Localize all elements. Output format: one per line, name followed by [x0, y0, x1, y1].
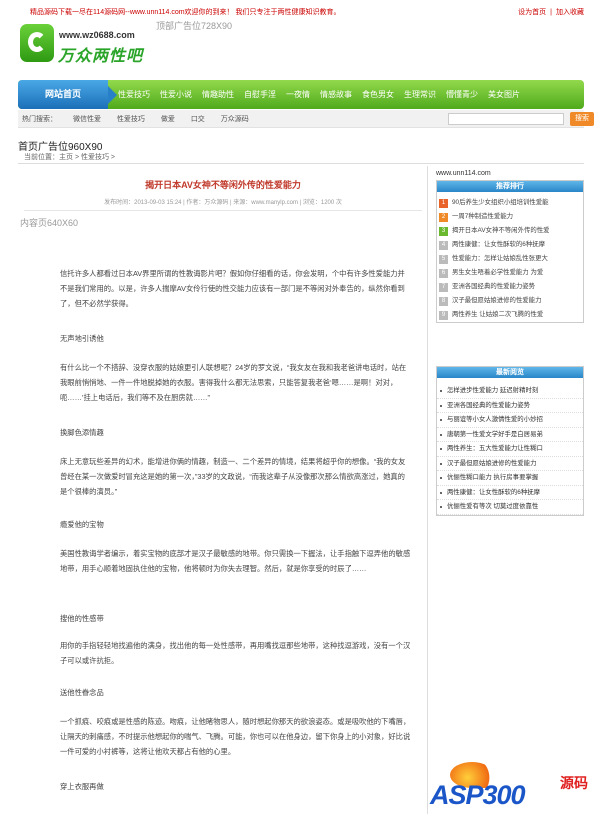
recommend-item[interactable]: 两性养生：五大性爱能力让性糊口	[437, 442, 583, 457]
recommend-item[interactable]: 伉俪性爱有等次 切莫过度依靠性	[437, 500, 583, 515]
rank-item-text: 男生女生唔着必学性爱能力 为爱	[452, 269, 544, 276]
hot-keyword[interactable]: 口交	[191, 116, 205, 123]
banner-ad-placeholder: 首页广告位960X90	[18, 142, 103, 153]
nav-item[interactable]: 情感故事	[320, 89, 352, 100]
rank-item-text: 汉子最但愿姑娘进修的性爱能力	[452, 297, 542, 304]
rank-item[interactable]: 1 90后养生少女组织小组培训性爱能	[437, 196, 583, 210]
nav-item[interactable]: 性爱小说	[160, 89, 192, 100]
add-favorite-link[interactable]: 加入收藏	[556, 9, 584, 16]
hot-keyword[interactable]: 做爱	[161, 116, 175, 123]
article-subheading: 搜他的性感带	[60, 614, 104, 623]
content-ad-placeholder: 内容页640X60	[20, 218, 79, 228]
rank-item[interactable]: 5 性爱能力：怎样让姑娘乱性张更大	[437, 252, 583, 266]
search-input[interactable]	[448, 113, 564, 125]
recommend-item[interactable]: 两性康健：让女性酥软的6种抚摩	[437, 486, 583, 500]
rank-item[interactable]: 2 一周7种制造性爱能力	[437, 210, 583, 224]
recommend-item[interactable]: 唐朝第一性爱文学好手是白居易弟	[437, 428, 583, 442]
breadcrumb[interactable]: 当前位置：主页 > 性爱技巧 >	[24, 152, 115, 162]
article-paragraph: 美国性教诲学者编示，着实宝物的底部才是汉子最敏感的地带。你只需换一下握法，让手指…	[60, 549, 411, 573]
article-paragraph: 有什么比一个不措辞、没穿衣服的姑娘更引人联想呢？24岁的罗文说，“我女友在我和我…	[60, 363, 407, 402]
nav-item[interactable]: 自慰手淫	[244, 89, 276, 100]
hot-search-bar: 热门搜索： 微信性爱 性爱技巧 做爱 口交 万众源码 搜索	[18, 110, 594, 128]
recommend-item[interactable]: 伉俪性糊口能力 执行房事要掌握	[437, 471, 583, 486]
rank-item-text: 性爱能力：怎样让姑娘乱性张更大	[452, 255, 548, 262]
divider	[24, 210, 422, 211]
watermark-text: ASP300	[430, 780, 526, 810]
nav-item[interactable]: 懵懂青少	[446, 89, 478, 100]
article-subheading: 无声地引诱他	[60, 334, 104, 343]
divider	[18, 163, 584, 164]
rank-number: 9	[439, 311, 448, 320]
main-nav: 网站首页 性爱技巧 性爱小说 情趣助性 自慰手淫 一夜情 情感故事 食色男女 生…	[18, 80, 584, 109]
rank-number: 2	[439, 213, 448, 222]
search-button[interactable]: 搜索	[570, 112, 594, 126]
recommend-item[interactable]: 怎样进步性爱能力 延迟射精时刻	[437, 384, 583, 399]
page: 精品源码下载一尽在114源码网--www.unn114.com欢迎你的到来！ 我…	[0, 0, 600, 814]
rank-item[interactable]: 9 两性养生 让姑娘二次飞腾的性爱	[437, 308, 583, 322]
rank-number: 1	[439, 199, 448, 208]
site-promo-text: 精品源码下载一尽在114源码网--www.unn114.com欢迎你的到来！ 我…	[30, 9, 341, 16]
article-paragraph: 床上无意玩些差异的幻术，能增进你俩的情趣，制造一、二个差异的情境，结果将超乎你的…	[60, 457, 406, 496]
nav-item[interactable]: 美女图片	[488, 89, 520, 100]
nav-item[interactable]: 情趣助性	[202, 89, 234, 100]
rank-number: 8	[439, 297, 448, 306]
top-links: 设为首页 | 加入收藏	[518, 9, 584, 16]
site-logo[interactable]: www.wz0688.com 万众两性吧	[20, 24, 160, 68]
rank-item[interactable]: 6 男生女生唔着必学性爱能力 为爱	[437, 266, 583, 280]
hot-keyword[interactable]: 万众源码	[221, 116, 249, 123]
set-home-link[interactable]: 设为首页	[518, 9, 546, 16]
recommend-title: 最新阅览	[437, 367, 583, 378]
rank-number: 3	[439, 227, 448, 236]
hot-keywords: 热门搜索： 微信性爱 性爱技巧 做爱 口交 万众源码	[22, 114, 263, 124]
recommend-box: 最新阅览 怎样进步性爱能力 延迟射精时刻 亚洲各国经典的性爱能力姿势 与丽谊等小…	[436, 366, 584, 516]
article-subheading: 换脚色添情趣	[60, 428, 104, 437]
rank-item-text: 亚洲各国经典的性爱能力姿势	[452, 283, 536, 290]
top-bar: 精品源码下载一尽在114源码网--www.unn114.com欢迎你的到来！ 我…	[16, 6, 584, 18]
article-area: 揭开日本AV女神不等闲外传的性爱能力 发布时间：2013-09-03 15:24…	[18, 166, 428, 814]
article-meta: 发布时间：2013-09-03 15:24 | 作者：万众源码 | 来源：www…	[104, 200, 342, 206]
rank-number: 4	[439, 241, 448, 250]
rank-number: 7	[439, 283, 448, 292]
header-ad-placeholder: 顶部广告位728X90	[156, 21, 233, 31]
hot-label: 热门搜索：	[22, 116, 57, 123]
rank-item-text: 揭开日本AV女神不等闲外传的性爱	[452, 227, 550, 234]
nav-item[interactable]: 一夜情	[286, 89, 310, 100]
rank-item[interactable]: 3 揭开日本AV女神不等闲外传的性爱	[437, 224, 583, 238]
logo-name: 万众两性吧	[58, 48, 144, 65]
rank-number: 5	[439, 255, 448, 264]
nav-home[interactable]: 网站首页	[18, 80, 117, 109]
rank-item[interactable]: 8 汉子最但愿姑娘进修的性爱能力	[437, 294, 583, 308]
recommend-item[interactable]: 亚洲各国经典的性爱能力姿势	[437, 399, 583, 413]
hot-keyword[interactable]: 微信性爱	[73, 116, 101, 123]
rank-number: 6	[439, 269, 448, 278]
asp300-watermark: ASP300 源码	[428, 760, 588, 810]
nav-item[interactable]: 食色男女	[362, 89, 394, 100]
recommend-item[interactable]: 汉子最但愿姑娘进修的性爱能力	[437, 457, 583, 471]
rank-item-text: 一周7种制造性爱能力	[452, 213, 514, 220]
recommend-item[interactable]: 与丽谊等小女人激情性爱的小妙招	[437, 413, 583, 428]
rank-item-text: 两性康健：让女性酥软的6种抚摩	[452, 241, 546, 248]
watermark-cn: 源码	[560, 775, 588, 791]
rank-item[interactable]: 7 亚洲各国经典的性爱能力姿势	[437, 280, 583, 294]
article-paragraph: 信托许多人都看过日本AV界里所谓的性教诲影片吧？假如你仔细看的话，你会发明，个中…	[60, 269, 405, 308]
rank-item-text: 两性养生 让姑娘二次飞腾的性爱	[452, 311, 544, 318]
article-paragraph: 一个抓痕、咬痕或是性感的陈迹。吻痕，让他睹物思人，随时想起你那天的欲浪姿态。或是…	[60, 717, 411, 756]
hot-keyword[interactable]: 性爱技巧	[117, 116, 145, 123]
article-subheading: 瘾爱他的宝物	[60, 520, 104, 529]
nav-item[interactable]: 性爱技巧	[118, 89, 150, 100]
nav-item[interactable]: 生理常识	[404, 89, 436, 100]
rank-item-text: 90后养生少女组织小组培训性爱能	[452, 199, 549, 206]
sidebar-url: www.unn114.com	[436, 170, 491, 177]
article-paragraph: 用你的手指轻轻地找遍他的满身，找出他的每一处性感带，再用嘴找逗那些地带，这种找逗…	[60, 641, 411, 665]
rank-item[interactable]: 4 两性康健：让女性酥软的6种抚摩	[437, 238, 583, 252]
rank-box: 推荐排行 1 90后养生少女组织小组培训性爱能 2 一周7种制造性爱能力 3 揭开日本…	[436, 180, 584, 323]
article-title: 揭开日本AV女神不等闲外传的性爱能力	[145, 180, 301, 190]
article-subheading: 送他性眷念品	[60, 688, 104, 697]
logo-g-icon	[20, 24, 54, 62]
logo-url: www.wz0688.com	[59, 30, 135, 40]
rank-title: 推荐排行	[437, 181, 583, 192]
article-subheading: 穿上衣服再做	[60, 782, 104, 791]
